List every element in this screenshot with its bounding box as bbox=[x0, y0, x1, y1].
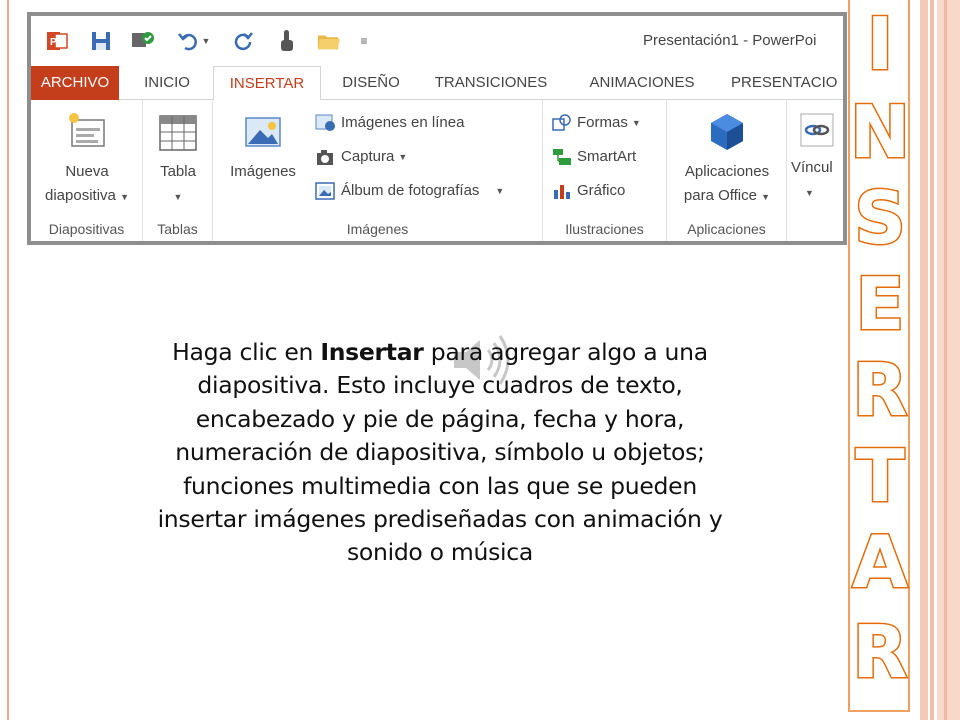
imagenes-button[interactable]: Imágenes bbox=[225, 110, 301, 184]
imagenes-label: Imágenes bbox=[230, 163, 296, 180]
grafico-button[interactable]: Gráfico bbox=[551, 178, 625, 204]
body-line-5: funciones multimedia con las que se pued… bbox=[183, 471, 697, 500]
quick-access-toolbar: P ▼ ≡ Presentación1 - PowerPoi bbox=[31, 16, 843, 66]
ribbon-groups: Nueva diapositiva ▼ Diapositivas Tabla ▼… bbox=[31, 100, 843, 241]
open-folder-icon[interactable] bbox=[317, 29, 341, 53]
save-icon[interactable] bbox=[89, 29, 113, 53]
body-line-7: sonido o música bbox=[346, 538, 534, 567]
grafico-label: Gráfico bbox=[577, 182, 626, 199]
chevron-down-icon[interactable]: ▼ bbox=[201, 29, 211, 53]
tab-inicio[interactable]: INICIO bbox=[131, 66, 203, 100]
group-vinculos: Víncul ▼ bbox=[787, 100, 843, 241]
title-letter: E bbox=[854, 262, 906, 346]
body-line-2: diapositiva. Esto incluye cuadros de tex… bbox=[197, 371, 683, 400]
decorative-stripe bbox=[944, 0, 947, 720]
aplicaciones-office-button[interactable]: Aplicaciones para Office ▼ bbox=[671, 110, 783, 209]
smartart-label: SmartArt bbox=[577, 148, 637, 165]
group-aplicaciones: Aplicaciones para Office ▼ Aplicaciones bbox=[667, 100, 787, 241]
tab-archivo[interactable]: ARCHIVO bbox=[31, 66, 119, 100]
group-imagenes: Imágenes Imágenes en línea Captura ▼ Álb… bbox=[213, 100, 543, 241]
powerpoint-logo-icon: P bbox=[45, 29, 69, 53]
vinculos-label: Víncul bbox=[791, 159, 833, 176]
en-linea-label: Imágenes en línea bbox=[341, 114, 465, 131]
body-line-4: numeración de diapositiva, símbolo u obj… bbox=[175, 438, 705, 467]
office-apps-icon bbox=[705, 110, 749, 156]
tab-transiciones[interactable]: TRANSICIONES bbox=[427, 66, 555, 100]
group-label-diapositivas: Diapositivas bbox=[48, 221, 125, 237]
customize-qat-icon[interactable]: ≡ bbox=[357, 29, 371, 53]
ribbon-tabs: ARCHIVO INICIO INSERTAR DISEÑO TRANSICIO… bbox=[31, 66, 843, 101]
tabla-button[interactable]: Tabla ▼ bbox=[147, 110, 209, 209]
chevron-down-icon: ▼ bbox=[398, 152, 408, 162]
vertical-title: I N S E R T A R bbox=[848, 0, 912, 712]
group-diapositivas: Nueva diapositiva ▼ Diapositivas bbox=[31, 100, 143, 241]
title-letter: N bbox=[848, 90, 911, 174]
link-icon bbox=[797, 110, 837, 156]
ribbon-screenshot: P ▼ ≡ Presentación1 - PowerPoi ARCHIVO I… bbox=[27, 12, 847, 245]
formas-label: Formas bbox=[577, 114, 628, 131]
group-label-aplicaciones: Aplicaciones bbox=[687, 221, 766, 237]
chevron-down-icon: ▼ bbox=[805, 188, 814, 198]
captura-label: Captura bbox=[341, 148, 395, 165]
body-line-3: encabezado y pie de página, fecha y hora… bbox=[195, 404, 685, 433]
pictures-icon bbox=[240, 110, 286, 156]
chevron-down-icon: ▼ bbox=[631, 118, 641, 128]
tab-diseno[interactable]: DISEÑO bbox=[331, 66, 411, 100]
window-title: Presentación1 - PowerPoi bbox=[643, 32, 817, 49]
album-label: Álbum de fotografías bbox=[341, 182, 480, 199]
table-icon bbox=[156, 110, 200, 156]
title-letter: S bbox=[853, 176, 908, 260]
nueva-diapositiva-button[interactable]: Nueva diapositiva ▼ bbox=[35, 110, 139, 209]
tab-animaciones[interactable]: ANIMACIONES bbox=[579, 66, 705, 100]
title-letter: I bbox=[865, 2, 895, 86]
chevron-down-icon: ▼ bbox=[120, 192, 129, 202]
body-line-1: Haga clic en Insertar para agregar algo … bbox=[172, 338, 708, 366]
aplicaciones-label-1: Aplicaciones bbox=[684, 163, 770, 180]
slide-left-border bbox=[7, 0, 9, 720]
vinculos-button[interactable]: Víncul ▼ bbox=[791, 110, 843, 205]
redo-icon[interactable] bbox=[231, 29, 255, 53]
chart-icon bbox=[551, 181, 573, 201]
smartart-icon bbox=[551, 147, 573, 167]
title-letter: R bbox=[851, 610, 909, 694]
undo-icon[interactable] bbox=[177, 29, 201, 53]
title-letter: T bbox=[854, 434, 906, 518]
captura-button[interactable]: Captura ▼ bbox=[315, 144, 407, 170]
body-line-6: insertar imágenes prediseñadas con anima… bbox=[157, 505, 723, 534]
shapes-icon bbox=[551, 113, 573, 133]
svg-text:P: P bbox=[50, 37, 57, 48]
group-label-ilustraciones: Ilustraciones bbox=[565, 221, 644, 237]
decorative-stripe bbox=[920, 0, 928, 720]
group-label-tablas: Tablas bbox=[157, 221, 198, 237]
nueva-label-1: Nueva bbox=[65, 163, 109, 180]
group-ilustraciones: Formas ▼ SmartArt Gráfico Ilustraciones bbox=[543, 100, 667, 241]
online-pictures-icon bbox=[315, 113, 337, 133]
title-letter: R bbox=[851, 348, 909, 432]
slide-body-text: Haga clic en Insertar para agregar algo … bbox=[40, 336, 840, 570]
screenshot-icon bbox=[315, 147, 337, 167]
chevron-down-icon: ▼ bbox=[173, 192, 183, 202]
album-button[interactable]: Álbum de fotografías ▼ bbox=[315, 178, 504, 204]
chevron-down-icon: ▼ bbox=[495, 186, 505, 196]
insertar-bold: Insertar bbox=[320, 338, 424, 366]
group-tablas: Tabla ▼ Tablas bbox=[143, 100, 213, 241]
tab-insertar[interactable]: INSERTAR bbox=[213, 66, 321, 101]
smartart-button[interactable]: SmartArt bbox=[551, 144, 636, 170]
photo-album-icon bbox=[315, 181, 337, 201]
chevron-down-icon: ▼ bbox=[761, 192, 771, 202]
nueva-label-2: diapositiva bbox=[45, 187, 116, 204]
decorative-stripe bbox=[937, 0, 960, 720]
new-slide-icon bbox=[64, 110, 110, 156]
group-label-imagenes: Imágenes bbox=[346, 221, 409, 237]
decorative-stripe bbox=[930, 0, 934, 720]
tabla-label: Tabla bbox=[160, 163, 196, 180]
aplicaciones-label-2: para Office bbox=[683, 187, 757, 204]
formas-button[interactable]: Formas ▼ bbox=[551, 110, 641, 136]
title-letter: A bbox=[851, 520, 910, 604]
imagenes-en-linea-button[interactable]: Imágenes en línea bbox=[315, 110, 464, 136]
touch-icon[interactable] bbox=[275, 29, 299, 53]
tab-presentacion[interactable]: PRESENTACIO bbox=[731, 66, 843, 100]
touch-mode-icon[interactable] bbox=[131, 29, 155, 53]
